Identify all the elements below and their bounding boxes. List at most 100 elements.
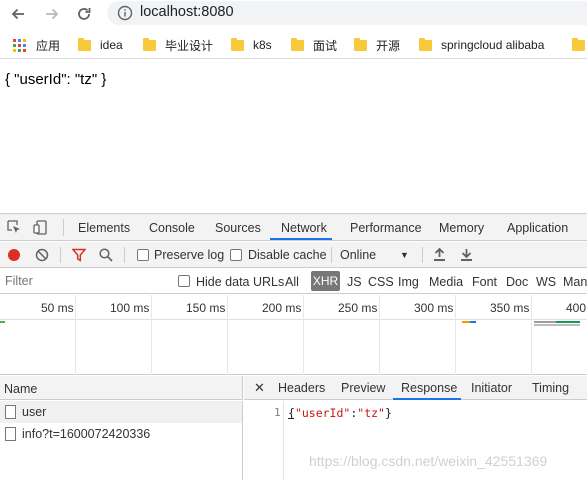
timeline-bar [556,321,580,323]
tab-memory[interactable]: Memory [439,221,484,235]
bookmark-label: springcloud alibaba [441,38,545,52]
filter-type-js[interactable]: JS [347,275,362,289]
tab-sources[interactable]: Sources [215,221,261,235]
apps-grid-icon [13,38,26,52]
bookmark-folder[interactable]: 面试 [291,37,337,53]
info-icon[interactable] [117,5,133,21]
hide-data-urls-checkbox[interactable] [178,275,190,287]
tab-application[interactable]: Application [507,221,568,235]
back-button[interactable] [6,2,30,26]
bookmark-label: 毕业设计 [165,38,214,53]
response-close-brace: } [384,406,392,420]
file-icon [5,405,16,419]
request-detail-tabbar: ✕ Headers Preview Response Initiator Tim… [244,376,587,400]
filter-type-font[interactable]: Font [472,275,497,289]
filter-input[interactable] [0,271,166,291]
filter-type-doc[interactable]: Doc [506,275,528,289]
tab-headers[interactable]: Headers [278,381,325,395]
folder-icon [572,37,585,51]
request-name: info?t=1600072420336 [22,427,151,441]
network-toolbar: Preserve log Disable cache Online ▼ [0,242,587,268]
grid-line [227,295,228,375]
bookmark-label: 面试 [313,38,338,53]
timeline-tick: 200 ms [262,301,302,315]
close-detail-icon[interactable]: ✕ [254,380,265,396]
preserve-log-label: Preserve log [154,248,225,262]
name-column-header[interactable]: Name [0,376,243,400]
filter-type-css[interactable]: CSS [368,275,394,289]
tab-response[interactable]: Response [401,381,457,395]
tab-performance[interactable]: Performance [350,221,422,235]
timeline-tick: 250 ms [338,301,378,315]
bookmark-folder-overflow[interactable] [572,37,587,53]
dropdown-arrow-icon: ▼ [400,250,409,260]
grid-line [531,295,532,375]
network-overview-timeline[interactable]: 50 ms 100 ms 150 ms 200 ms 250 ms 300 ms… [0,295,587,375]
hide-data-urls-label: Hide data URLs [196,275,285,289]
throttling-select[interactable]: Online [340,248,376,262]
device-toolbar-icon[interactable] [33,220,47,235]
divider [63,219,64,236]
tab-preview[interactable]: Preview [341,381,385,395]
tab-timing[interactable]: Timing [532,381,569,395]
address-bar[interactable]: localhost:8080 [107,1,587,25]
tab-network[interactable]: Network [281,221,327,235]
browser-window: localhost:8080 应用 idea 毕业设计 k8s 面试 开源 sp… [0,0,587,480]
disable-cache-label: Disable cache [248,248,327,262]
search-icon[interactable] [99,248,113,262]
timeline-tick: 100 ms [110,301,150,315]
request-row[interactable]: user [0,401,243,423]
export-har-icon[interactable] [460,248,473,262]
response-value: "tz" [357,406,385,420]
bookmark-folder[interactable]: 开源 [354,37,400,53]
folder-icon [78,37,91,51]
record-icon[interactable] [7,248,21,262]
grid-line [75,295,76,375]
url-port: :8080 [197,4,234,20]
grid-line [151,295,152,375]
devtools-tabbar: Elements Console Sources Network Perform… [0,214,587,241]
line-number: 1 [274,406,281,419]
bookmark-folder[interactable]: springcloud alibaba [419,37,544,53]
filter-type-img[interactable]: Img [398,275,419,289]
filter-type-manifest[interactable]: Manifest [563,275,587,289]
bookmark-label: idea [100,38,123,52]
request-row[interactable]: info?t=1600072420336 [0,423,243,445]
browser-toolbar: localhost:8080 [0,0,587,30]
grid-line [455,295,456,375]
bookmark-folder[interactable]: 毕业设计 [143,37,213,53]
preserve-log-checkbox[interactable] [137,249,149,261]
timeline-tick: 300 ms [414,301,454,315]
tab-initiator[interactable]: Initiator [471,381,512,395]
bookmark-label: k8s [253,38,272,52]
divider [60,247,61,263]
bookmark-folder[interactable]: idea [78,37,123,53]
line-number-gutter: 1 [244,401,284,480]
grid-line [303,295,304,375]
inspect-element-icon[interactable] [7,220,21,234]
filter-type-ws[interactable]: WS [536,275,556,289]
timeline-tick: 50 ms [41,301,74,315]
filter-funnel-icon[interactable] [72,248,86,262]
bookmark-apps[interactable]: 应用 [13,37,60,53]
reload-button[interactable] [72,2,96,26]
tab-elements[interactable]: Elements [78,221,130,235]
folder-icon [419,37,432,51]
bookmark-folder[interactable]: k8s [231,37,272,53]
forward-button[interactable] [40,2,64,26]
filter-type-all[interactable]: All [285,275,299,289]
filter-type-media[interactable]: Media [429,275,463,289]
timeline-bar [462,321,470,323]
import-har-icon[interactable] [433,248,446,262]
filter-type-xhr[interactable]: XHR [311,271,340,291]
active-detail-tab-indicator [393,398,461,400]
timeline-bar [534,324,580,326]
tab-console[interactable]: Console [149,221,195,235]
folder-icon [143,37,156,51]
timeline-bar [0,321,5,323]
reload-icon [78,8,91,20]
timeline-tick: 400 [566,301,587,315]
clear-icon[interactable] [35,248,49,262]
text-cursor [288,418,294,419]
disable-cache-checkbox[interactable] [230,249,242,261]
